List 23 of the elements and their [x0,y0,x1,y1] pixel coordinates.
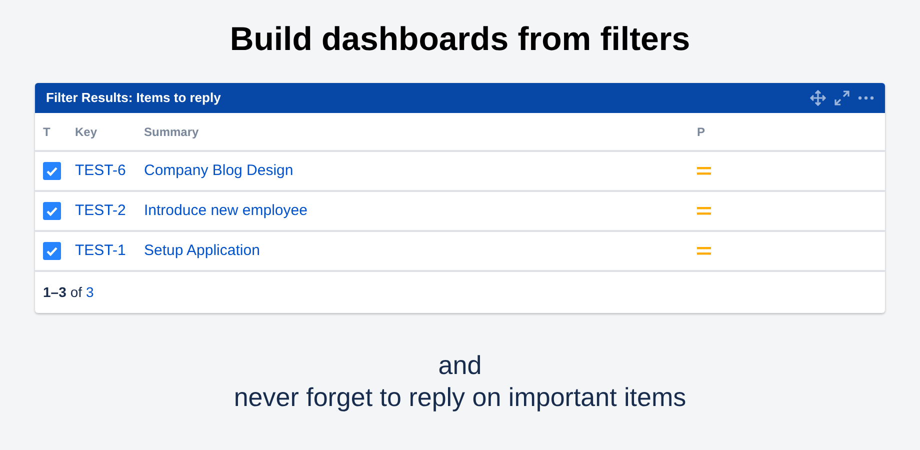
caption-line: never forget to reply on important items [234,381,686,413]
column-header[interactable]: Key [75,122,144,140]
summary-link[interactable]: Company Blog Design [144,162,294,179]
gadget-title: Filter Results: Items to reply [46,89,221,108]
summary-link[interactable]: Introduce new employee [144,202,308,219]
column-header[interactable]: P [697,122,757,140]
issue-key-link[interactable]: TEST-2 [75,202,126,219]
page-heading: Build dashboards from filters [230,19,690,60]
more-icon[interactable] [858,96,874,100]
issue-key-link[interactable]: TEST-1 [75,242,126,259]
summary-link[interactable]: Setup Application [144,242,260,259]
priority-medium-icon [697,166,711,176]
issue-key-link[interactable]: TEST-6 [75,162,126,179]
priority-medium-icon [697,246,711,256]
page-range: 1–3 [43,283,66,302]
expand-icon[interactable] [834,90,850,106]
column-header[interactable]: Summary [144,122,697,140]
total-link[interactable]: 3 [86,282,94,303]
move-icon[interactable] [810,90,826,106]
of-text: of [70,283,82,302]
column-header[interactable]: T [43,122,75,140]
priority-medium-icon [697,206,711,216]
caption-line: and [438,349,482,381]
